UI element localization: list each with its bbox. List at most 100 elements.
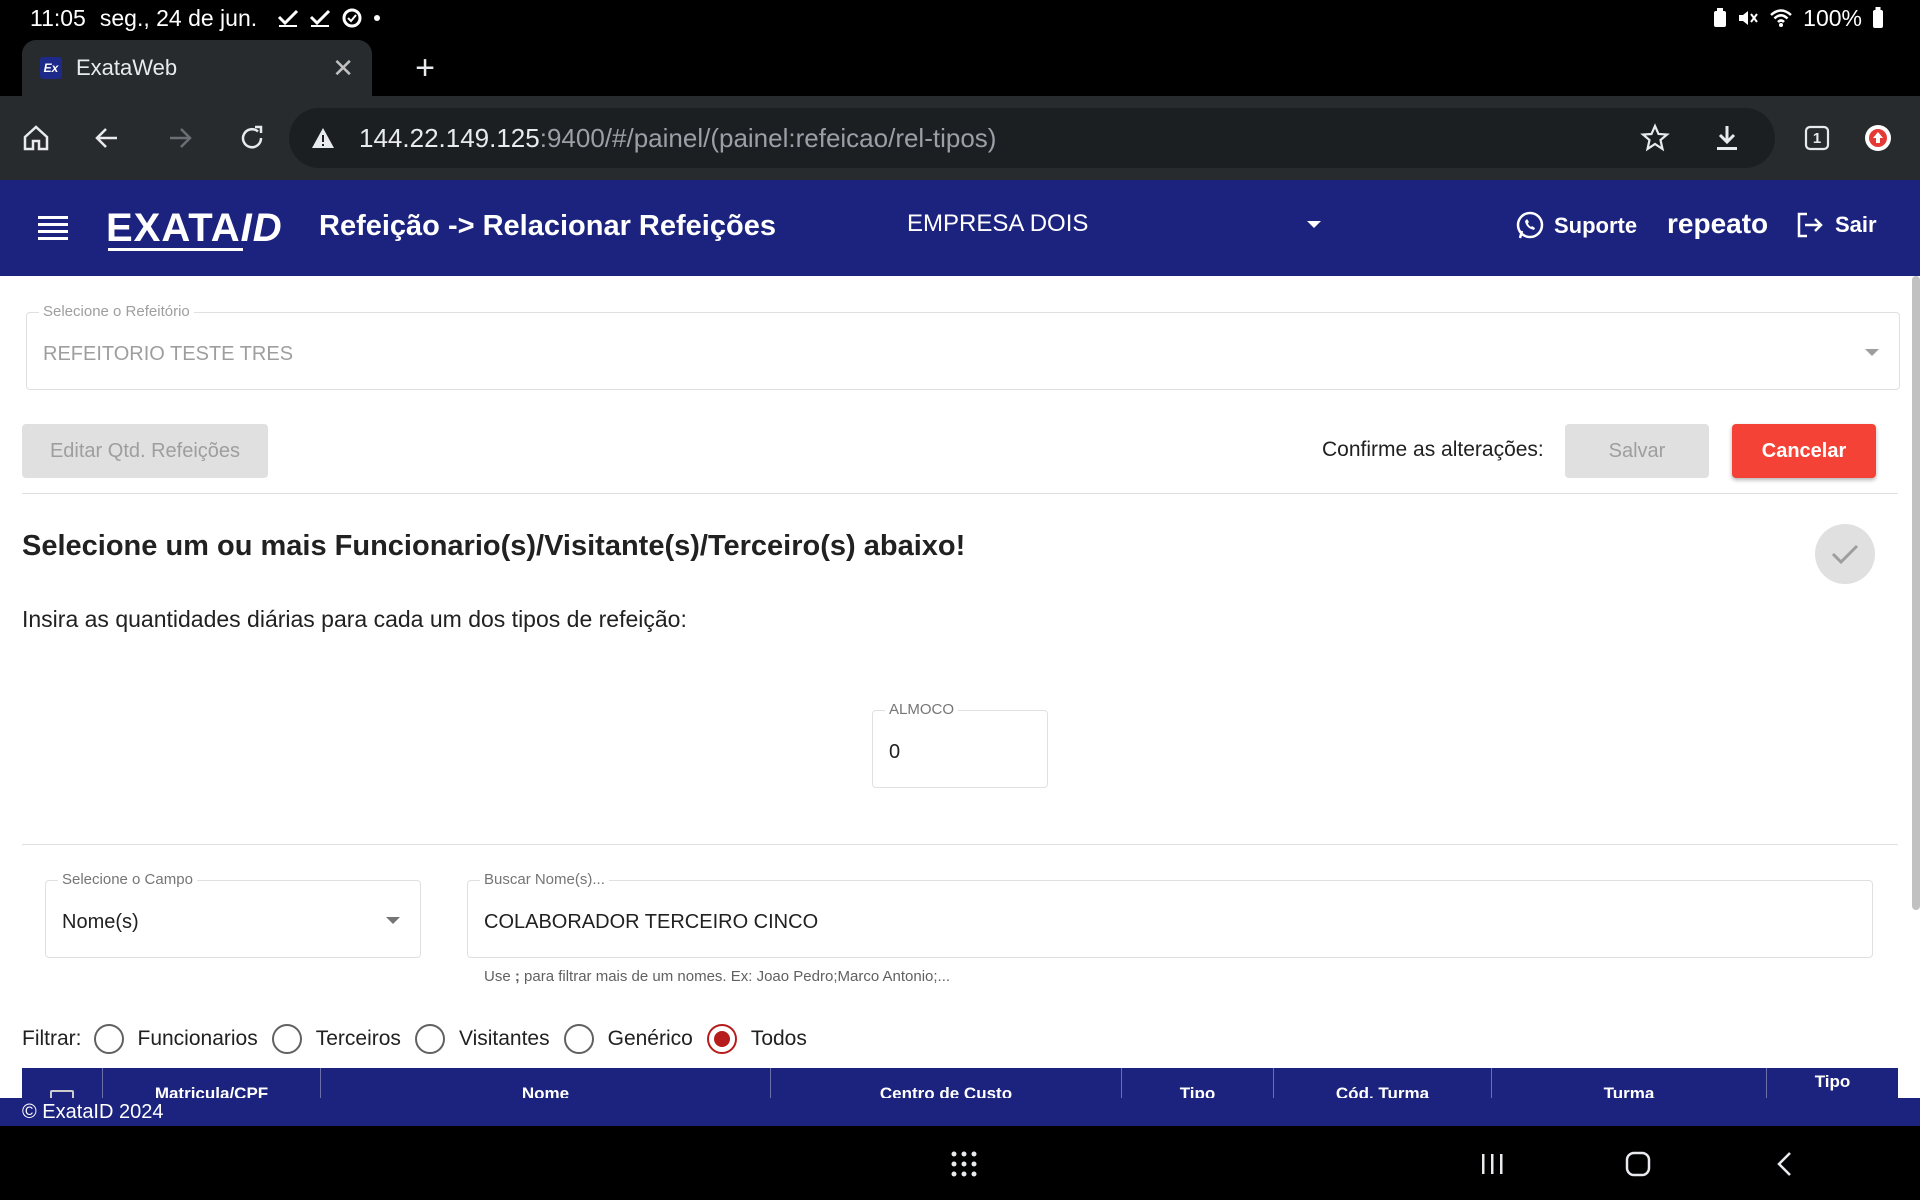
whatsapp-icon xyxy=(1516,211,1544,239)
filter-radio-todos[interactable]: Todos xyxy=(706,1024,807,1054)
wifi-icon xyxy=(1769,8,1793,28)
url-host: 144.22.149.125 xyxy=(359,122,540,153)
browser-tab[interactable]: Ex ExataWeb ✕ xyxy=(22,40,372,96)
scrollbar[interactable] xyxy=(1912,276,1920,910)
check-notification-icon xyxy=(277,8,299,28)
back-icon[interactable] xyxy=(84,115,130,161)
chevron-down-icon xyxy=(386,917,400,924)
main-content: Selecione o Refeitório REFEITORIO TESTE … xyxy=(0,276,1920,1098)
section-subheading: Insira as quantidades diárias para cada … xyxy=(22,606,687,632)
battery-percent: 100% xyxy=(1803,4,1862,31)
address-bar[interactable]: 144.22.149.125:9400/#/painel/(painel:ref… xyxy=(289,108,1775,168)
column-header[interactable]: Centro de Custo xyxy=(770,1068,1121,1098)
section-heading: Selecione um ou mais Funcionario(s)/Visi… xyxy=(22,530,966,562)
bookmark-star-icon[interactable] xyxy=(1632,115,1678,161)
mute-icon xyxy=(1737,8,1759,28)
app-drawer-icon[interactable] xyxy=(944,1144,984,1184)
check-notification-icon xyxy=(309,8,331,28)
cancel-button[interactable]: Cancelar xyxy=(1732,424,1876,478)
column-header[interactable]: Cód. Turma xyxy=(1273,1068,1491,1098)
search-label: Buscar Nome(s)... xyxy=(480,871,609,888)
search-value: COLABORADOR TERCEIRO CINCO xyxy=(484,911,819,933)
system-nav-bar xyxy=(0,1126,1920,1200)
logo-suffix: ID xyxy=(240,206,283,250)
forward-icon[interactable] xyxy=(157,115,203,161)
company-value: EMPRESA DOIS xyxy=(907,210,1089,237)
tab-switcher-button[interactable]: 1 xyxy=(1794,115,1840,161)
battery-icon xyxy=(1872,7,1884,29)
url-path: :9400/#/painel/(painel:refeicao/rel-tipo… xyxy=(539,122,997,153)
search-hint: Use ; para filtrar mais de um nomes. Ex:… xyxy=(484,968,951,985)
page-title: Refeição -> Relacionar Refeições xyxy=(319,210,776,242)
column-header[interactable]: Tipo xyxy=(1121,1068,1273,1098)
chevron-down-icon xyxy=(1865,349,1879,356)
table-header: Matricula/CPF Nome Centro de Custo Tipo … xyxy=(22,1068,1898,1098)
check-icon xyxy=(1831,544,1859,565)
browser-tab-bar: Ex ExataWeb ✕ + xyxy=(0,36,1920,96)
tab-title: ExataWeb xyxy=(76,55,178,80)
almoco-quantity-input[interactable]: ALMOCO 0 xyxy=(872,701,1048,788)
circle-check-notification-icon xyxy=(341,7,363,29)
hamburger-menu-icon[interactable] xyxy=(38,212,68,242)
status-date: seg., 24 de jun. xyxy=(99,4,258,31)
status-right: 100% xyxy=(1713,5,1884,32)
download-icon[interactable] xyxy=(1704,115,1750,161)
footer: © ExataID 2024 xyxy=(0,1098,1920,1126)
column-header[interactable]: Tipo xyxy=(1766,1068,1898,1098)
filter-radio-generico[interactable]: Genérico xyxy=(563,1024,693,1054)
favicon-icon: Ex xyxy=(40,57,62,79)
confirm-check-button[interactable] xyxy=(1815,524,1875,584)
column-header[interactable]: Turma xyxy=(1491,1068,1766,1098)
campo-select[interactable]: Selecione o Campo Nome(s) xyxy=(45,871,421,958)
almoco-label: ALMOCO xyxy=(885,701,959,718)
company-select[interactable]: EMPRESA DOIS xyxy=(907,210,1327,238)
recent-apps-icon[interactable] xyxy=(1472,1144,1512,1184)
almoco-value: 0 xyxy=(889,741,901,763)
campo-value: Nome(s) xyxy=(62,911,139,933)
column-header[interactable]: Nome xyxy=(320,1068,770,1098)
filter-label: Filtrar: xyxy=(22,1027,82,1050)
filter-radio-visitantes[interactable]: Visitantes xyxy=(414,1024,550,1054)
home-nav-icon[interactable] xyxy=(1618,1144,1658,1184)
battery-saver-icon xyxy=(1713,8,1727,28)
exataid-logo: EXATAID xyxy=(106,206,283,251)
dot-icon xyxy=(373,14,381,22)
update-icon[interactable] xyxy=(1855,115,1901,161)
browser-toolbar: 144.22.149.125:9400/#/painel/(painel:ref… xyxy=(0,96,1920,180)
status-left: 11:05 seg., 24 de jun. xyxy=(30,5,381,32)
username: repeato xyxy=(1667,208,1769,239)
divider xyxy=(22,493,1898,494)
save-button[interactable]: Salvar xyxy=(1565,424,1709,478)
logout-button[interactable]: Sair xyxy=(1795,210,1877,240)
filter-group: Filtrar: Funcionarios Terceiros Visitant… xyxy=(22,1024,821,1054)
divider xyxy=(22,844,1898,845)
filter-radio-funcionarios[interactable]: Funcionarios xyxy=(93,1024,258,1054)
logout-label: Sair xyxy=(1835,212,1877,237)
campo-label: Selecione o Campo xyxy=(58,871,197,888)
logout-icon xyxy=(1797,212,1823,238)
refeitorio-select[interactable]: Selecione o Refeitório REFEITORIO TESTE … xyxy=(26,303,1900,390)
close-tab-icon[interactable]: ✕ xyxy=(332,53,354,84)
copyright: © ExataID 2024 xyxy=(22,1100,164,1123)
back-nav-icon[interactable] xyxy=(1764,1144,1804,1184)
select-all-checkbox[interactable] xyxy=(22,1068,102,1098)
reload-icon[interactable] xyxy=(229,115,275,161)
home-icon[interactable] xyxy=(13,115,59,161)
support-button[interactable]: Suporte xyxy=(1514,210,1637,242)
refeitorio-value: REFEITORIO TESTE TRES xyxy=(43,343,294,365)
notification-icons xyxy=(277,7,381,29)
new-tab-icon[interactable]: + xyxy=(405,48,445,88)
tab-count: 1 xyxy=(1812,129,1822,147)
chevron-down-icon xyxy=(1307,220,1321,228)
status-time: 11:05 xyxy=(30,4,86,31)
status-bar: 11:05 seg., 24 de jun. 100% xyxy=(0,0,1920,36)
edit-qty-button[interactable]: Editar Qtd. Refeições xyxy=(22,424,268,478)
search-name-input[interactable]: Buscar Nome(s)... COLABORADOR TERCEIRO C… xyxy=(467,871,1873,958)
column-header[interactable]: Matricula/CPF xyxy=(102,1068,320,1098)
support-label: Suporte xyxy=(1554,213,1638,238)
refeitorio-label: Selecione o Refeitório xyxy=(39,303,194,320)
confirm-label: Confirme as alterações: xyxy=(1322,438,1544,461)
app-header: EXATAID Refeição -> Relacionar Refeições… xyxy=(0,180,1920,276)
not-secure-warning-icon[interactable] xyxy=(311,127,335,149)
filter-radio-terceiros[interactable]: Terceiros xyxy=(271,1024,401,1054)
